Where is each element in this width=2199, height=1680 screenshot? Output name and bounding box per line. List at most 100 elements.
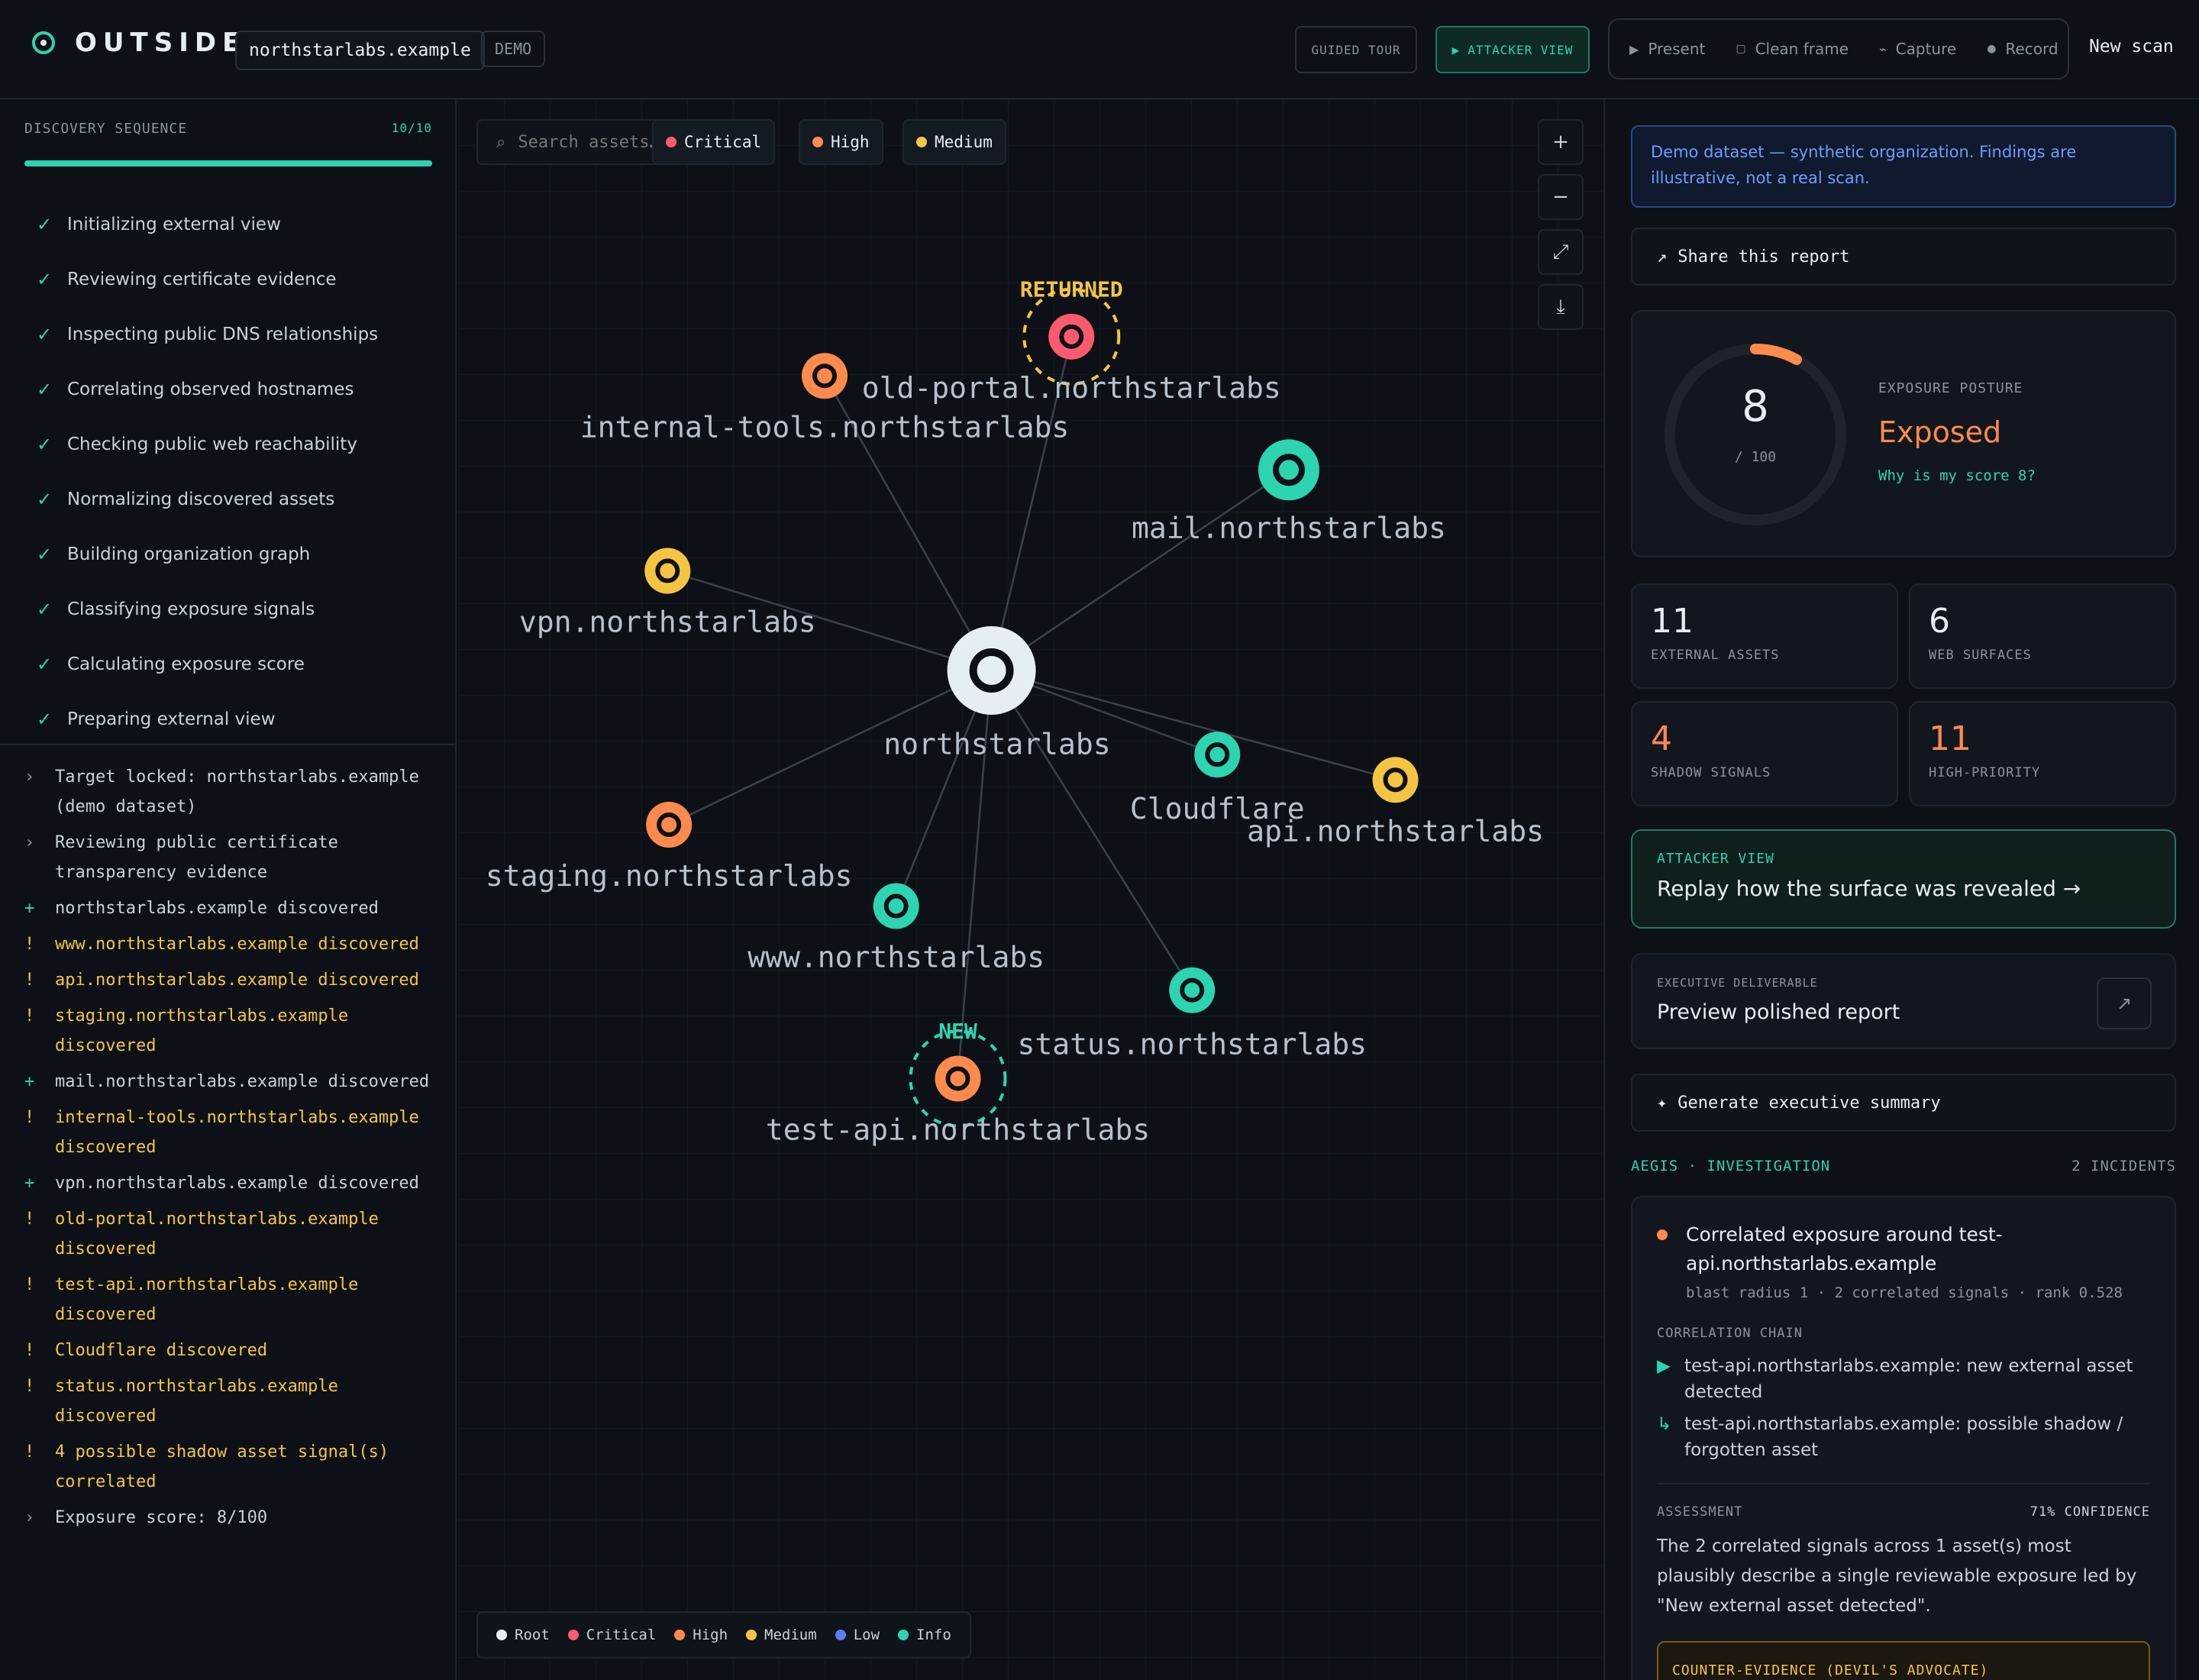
log-prefix: ›	[24, 767, 35, 787]
node-test-api[interactable]	[935, 1055, 981, 1102]
sequence-step: ✓ Normalizing discovered assets	[37, 472, 378, 527]
node-badge-old-portal: RETURNED	[1020, 276, 1123, 302]
log-prefix: !	[24, 1210, 35, 1229]
capture-button[interactable]: ⌁ Capture	[1879, 40, 1956, 58]
stat-label: EXTERNAL ASSETS	[1651, 648, 1780, 663]
chain-text: test-api.northstarlabs.example: possible…	[1684, 1414, 2123, 1460]
download-button[interactable]: ⤓	[1538, 284, 1584, 330]
generate-label: Generate executive summary	[1678, 1093, 1941, 1113]
step-label: Classifying exposure signals	[67, 599, 315, 619]
legend-label: Root	[515, 1627, 550, 1643]
target-domain[interactable]: northstarlabs.example	[235, 31, 485, 70]
log-text: Reviewing public certificate transparenc…	[55, 833, 338, 882]
asset-graph[interactable]: northstarlabs old-portal.northstarlabs RET…	[458, 99, 1603, 1680]
present-button[interactable]: ▶ Present	[1629, 40, 1705, 58]
node-root[interactable]	[947, 625, 1036, 715]
step-label: Building organization graph	[67, 544, 311, 564]
zoom-in-button[interactable]: +	[1538, 119, 1584, 165]
assessment-header: ASSESSMENT 71% CONFIDENCE	[1657, 1504, 2150, 1520]
check-icon: ✓	[37, 599, 53, 620]
stat-external-assets: 11 EXTERNAL ASSETS	[1631, 583, 1898, 689]
attacker-view-card[interactable]: ATTACKER VIEW Replay how the surface was…	[1631, 829, 2176, 929]
incident-title-row: Correlated exposure around test-api.nort…	[1657, 1220, 2150, 1278]
confidence: 71% CONFIDENCE	[2029, 1504, 2150, 1520]
exec-card-label: EXECUTIVE DELIVERABLE	[1657, 976, 1818, 990]
graph-canvas[interactable]: northstarlabs old-portal.northstarlabs RET…	[458, 99, 1603, 1680]
score-max: / 100	[1734, 449, 1777, 465]
stat-value: 11	[1651, 602, 1694, 641]
node-mail[interactable]	[1258, 439, 1319, 501]
node-old-portal[interactable]	[1048, 313, 1095, 360]
log-entry: › Target locked: northstarlabs.example (d…	[24, 762, 437, 822]
log-entry: ! staging.northstarlabs.example discovere…	[24, 1001, 437, 1061]
log-text: test-api.northstarlabs.example discovere…	[55, 1275, 359, 1324]
share-report-button[interactable]: ↗ Share this report	[1631, 228, 2176, 286]
step-label: Preparing external view	[67, 709, 276, 729]
check-icon: ✓	[37, 269, 53, 290]
generate-summary-button[interactable]: ✦ Generate executive summary	[1631, 1074, 2176, 1132]
node-staging[interactable]	[646, 802, 693, 848]
executive-report-card[interactable]: EXECUTIVE DELIVERABLE Preview polished r…	[1631, 953, 2176, 1049]
node-status[interactable]	[1169, 967, 1216, 1013]
stat-high-priority: 11 HIGH-PRIORITY	[1909, 701, 2176, 806]
open-report-button[interactable]: ↗	[2097, 977, 2152, 1029]
filter-chip-critical[interactable]: Critical	[652, 119, 776, 165]
legend-item: Critical	[567, 1627, 656, 1643]
chain-text: test-api.northstarlabs.example: new exte…	[1684, 1356, 2133, 1402]
aegis-title: AEGIS · INVESTIGATION	[1631, 1158, 1831, 1174]
stat-web-surfaces: 6 WEB SURFACES	[1909, 583, 2176, 689]
log-prefix: +	[24, 1174, 35, 1193]
attacker-view-button[interactable]: ▶ ATTACKER VIEW	[1435, 26, 1590, 73]
exposure-score-card: 8 / 100 EXPOSURE POSTURE Exposed Why is …	[1631, 310, 2176, 557]
zoom-out-button[interactable]: −	[1538, 174, 1584, 220]
log-prefix: !	[24, 971, 35, 990]
logo[interactable]: OUTSIDE	[32, 27, 246, 58]
stat-value: 11	[1929, 719, 1971, 758]
node-cloudflare[interactable]	[1194, 732, 1241, 778]
guided-tour-button[interactable]: GUIDED TOUR	[1295, 26, 1417, 73]
step-label: Calculating exposure score	[67, 654, 305, 674]
frame-icon: ▢	[1736, 43, 1746, 55]
chain-label: CORRELATION CHAIN	[1657, 1326, 1803, 1341]
node-internal-tools[interactable]	[802, 353, 848, 399]
filter-label: High	[831, 133, 870, 151]
attacker-card-text: Replay how the surface was revealed →	[1657, 876, 2081, 901]
node-www[interactable]	[873, 883, 919, 929]
log-prefix: +	[24, 899, 35, 918]
external-link-icon: ↗	[2116, 993, 2133, 1014]
legend-dot	[567, 1630, 579, 1640]
why-score-link[interactable]: Why is my score 8?	[1878, 467, 2036, 484]
clean-frame-button[interactable]: ▢ Clean frame	[1736, 40, 1849, 58]
log-text: Exposure score: 8/100	[55, 1508, 268, 1527]
log-entry: ! old-portal.northstarlabs.example discov…	[24, 1204, 437, 1264]
incident-card[interactable]: Correlated exposure around test-api.nort…	[1631, 1196, 2176, 1680]
log-text: northstarlabs.example discovered	[55, 899, 379, 918]
logo-icon	[32, 31, 55, 54]
stat-label: WEB SURFACES	[1929, 648, 2032, 663]
fit-view-button[interactable]: ⤢	[1538, 229, 1584, 275]
counter-evidence-header[interactable]: COUNTER-EVIDENCE (DEVIL'S ADVOCATE)	[1657, 1641, 2150, 1680]
filter-chip-medium[interactable]: Medium	[903, 119, 1006, 165]
new-scan-button[interactable]: New scan	[2089, 37, 2174, 57]
check-icon: ✓	[37, 709, 53, 730]
log-prefix: ›	[24, 1508, 35, 1527]
severity-dot	[916, 137, 927, 147]
node-api[interactable]	[1372, 757, 1419, 803]
sequence-progress-bar	[24, 160, 432, 166]
posture-value: Exposed	[1878, 415, 2002, 449]
record-icon: ●	[1987, 43, 1997, 55]
filter-chip-high[interactable]: High	[799, 119, 883, 165]
legend-item: Root	[496, 1627, 550, 1643]
sparkle-icon: ✦	[1657, 1093, 1668, 1113]
log-prefix: ›	[24, 833, 35, 852]
node-label-api: api.northstarlabs	[1247, 814, 1544, 848]
record-label: Record	[2005, 40, 2059, 58]
panel-divider	[0, 744, 455, 745]
node-label-internal-tools: internal-tools.northstarlabs	[580, 410, 1070, 444]
log-prefix: !	[24, 1443, 35, 1462]
demo-banner: Demo dataset — synthetic organization. F…	[1631, 125, 2176, 208]
check-icon: ✓	[37, 434, 53, 455]
record-button[interactable]: ● Record	[1987, 40, 2058, 58]
app-name: OUTSIDE	[75, 27, 247, 58]
node-vpn[interactable]	[644, 548, 691, 594]
